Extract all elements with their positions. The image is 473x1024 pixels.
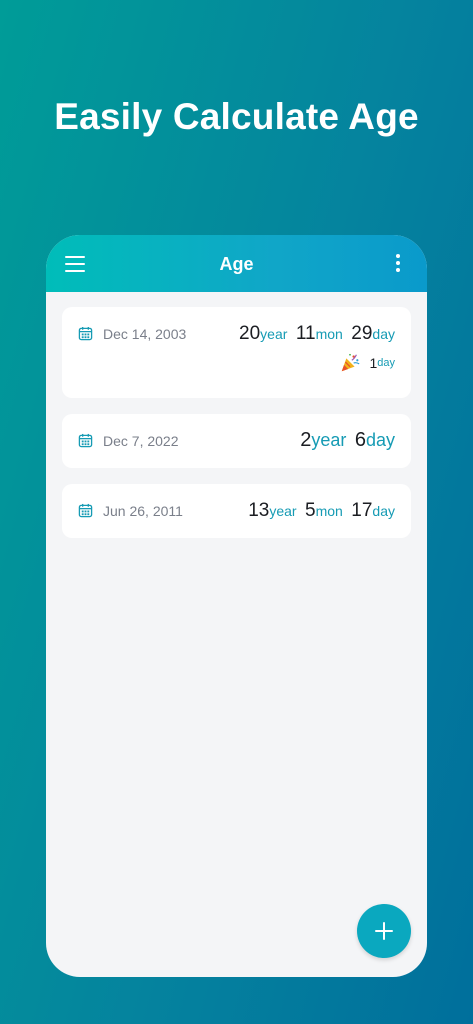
more-vertical-icon[interactable] <box>395 254 401 276</box>
age-days: 17 <box>351 500 373 521</box>
birthday-countdown: 1 day <box>339 352 395 374</box>
day-unit: day <box>372 326 395 342</box>
birthday-unit: day <box>377 357 395 369</box>
add-record-button[interactable] <box>357 904 411 958</box>
calendar-icon <box>78 503 93 518</box>
age-record-list: Dec 14, 2003 20year 11mon 29day 1 day De… <box>46 292 427 538</box>
age-record-card[interactable]: Jun 26, 2011 13year 5mon 17day <box>62 484 411 538</box>
year-unit: year <box>269 503 297 519</box>
party-popper-icon <box>342 353 360 372</box>
phone-screen: Age Dec 14, 2003 20year 11mon 29day 1 da… <box>46 235 427 977</box>
record-date: Jun 26, 2011 <box>103 503 183 519</box>
year-unit: year <box>311 430 347 450</box>
promo-headline: Easily Calculate Age <box>54 96 419 137</box>
record-date: Dec 7, 2022 <box>103 433 179 449</box>
age-value: 2year 6day <box>300 429 395 452</box>
app-bar: Age <box>46 235 427 292</box>
age-record-card[interactable]: Dec 7, 2022 2year 6day <box>62 414 411 468</box>
record-date: Dec 14, 2003 <box>103 326 187 342</box>
age-days: 29 <box>351 323 373 344</box>
day-unit: day <box>365 430 395 450</box>
birthday-days: 1 <box>369 355 378 371</box>
month-unit: mon <box>315 503 343 519</box>
app-title: Age <box>219 254 254 274</box>
age-days: 6 <box>354 429 366 451</box>
age-months: 11 <box>295 323 316 344</box>
month-unit: mon <box>315 326 343 342</box>
age-months: 5 <box>305 500 316 521</box>
age-years: 20 <box>239 323 261 344</box>
calendar-icon <box>78 326 93 341</box>
calendar-icon <box>78 433 93 448</box>
day-unit: day <box>372 503 395 519</box>
age-value: 13year 5mon 17day <box>248 500 395 522</box>
age-value: 20year 11mon 29day <box>239 323 395 345</box>
age-years: 2 <box>300 429 312 451</box>
age-record-card[interactable]: Dec 14, 2003 20year 11mon 29day 1 day <box>62 307 411 398</box>
age-years: 13 <box>248 500 270 521</box>
year-unit: year <box>260 326 288 342</box>
